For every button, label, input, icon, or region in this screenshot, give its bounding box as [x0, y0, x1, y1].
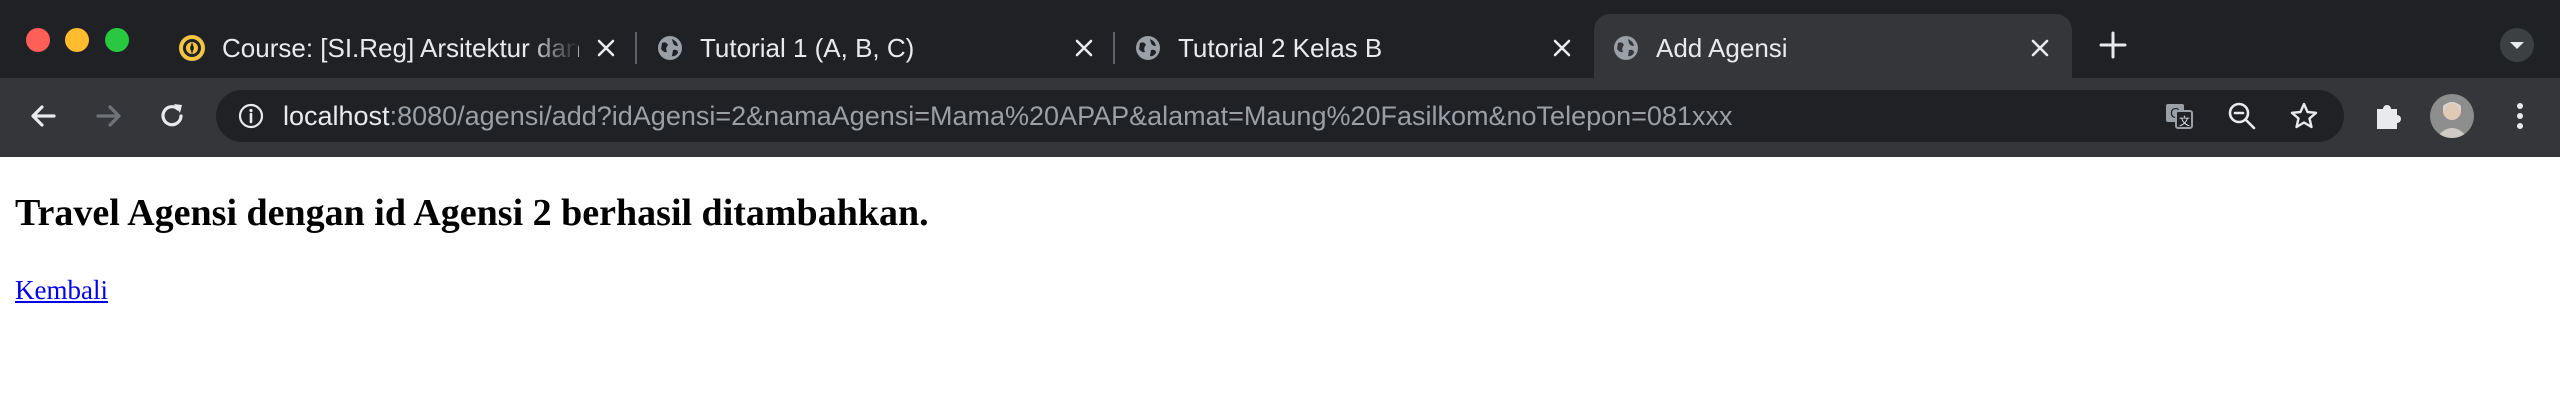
success-heading: Travel Agensi dengan id Agensi 2 berhasi… [15, 192, 929, 234]
info-icon[interactable] [238, 103, 264, 129]
url-text[interactable]: localhost:8080/agensi/add?idAgensi=2&nam… [283, 98, 1732, 134]
close-icon[interactable] [1550, 36, 1574, 60]
close-icon[interactable] [594, 36, 618, 60]
tab-course[interactable]: Course: [SI.Reg] Arsitektur dan Pemrogra… [160, 14, 638, 78]
new-tab-plus-icon[interactable] [2096, 28, 2130, 62]
globe-icon [1614, 36, 1638, 60]
tab-title: Tutorial 2 Kelas B [1178, 33, 1383, 63]
tab-separator [635, 32, 637, 64]
bookmark-star-icon[interactable] [2289, 101, 2319, 131]
zoom-out-icon[interactable] [2227, 101, 2257, 131]
avatar-icon [2430, 94, 2474, 138]
extensions-puzzle-icon[interactable] [2368, 96, 2408, 136]
tab-separator [1113, 32, 1115, 64]
tab-title: Add Agensi [1656, 33, 1788, 63]
tab-title: Tutorial 1 (A, B, C) [700, 33, 915, 63]
address-bar[interactable]: localhost:8080/agensi/add?idAgensi=2&nam… [216, 90, 2344, 142]
tab-search-button[interactable] [2500, 28, 2534, 62]
back-arrow-icon[interactable] [24, 96, 64, 136]
tab-add-agensi[interactable]: Add Agensi [1594, 14, 2072, 78]
tab-tutorial-2[interactable]: Tutorial 2 Kelas B [1116, 14, 1594, 78]
close-icon[interactable] [1072, 36, 1096, 60]
svg-text:文: 文 [2179, 114, 2190, 128]
window-minimize-button[interactable] [65, 28, 89, 52]
back-link[interactable]: Kembali [15, 275, 108, 306]
browser-toolbar: localhost:8080/agensi/add?idAgensi=2&nam… [0, 78, 2560, 157]
forward-arrow-icon[interactable] [88, 96, 128, 136]
translate-icon[interactable]: G 文 [2164, 101, 2194, 131]
tab-tutorial-1[interactable]: Tutorial 1 (A, B, C) [638, 14, 1116, 78]
browser-chrome: Course: [SI.Reg] Arsitektur dan Pemrogra… [0, 0, 2560, 157]
tab-title-fade [528, 32, 578, 64]
url-host: localhost [283, 101, 390, 131]
page-content: Travel Agensi dengan id Agensi 2 berhasi… [0, 157, 2560, 409]
reload-icon[interactable] [152, 96, 192, 136]
globe-icon [1136, 36, 1160, 60]
tab-strip: Course: [SI.Reg] Arsitektur dan Pemrogra… [0, 0, 2560, 78]
menu-kebab-icon[interactable] [2500, 96, 2540, 136]
window-close-button[interactable] [26, 28, 50, 52]
window-maximize-button[interactable] [105, 28, 129, 52]
close-icon[interactable] [2028, 36, 2052, 60]
url-path: :8080/agensi/add?idAgensi=2&namaAgensi=M… [389, 101, 1733, 131]
university-seal-icon [179, 35, 205, 61]
chevron-down-icon [2510, 42, 2524, 49]
profile-avatar[interactable] [2430, 94, 2474, 138]
globe-icon [658, 36, 682, 60]
